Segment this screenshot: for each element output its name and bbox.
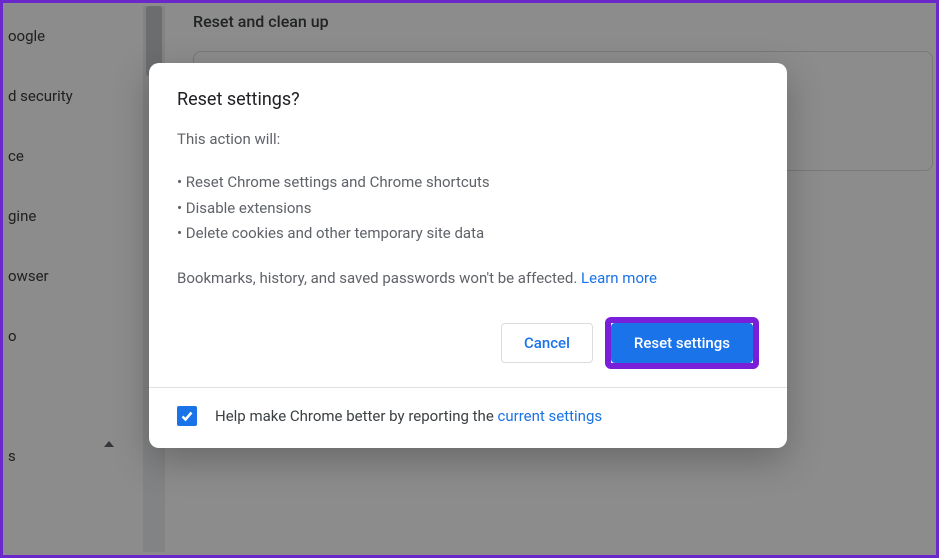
sidebar-item-label: o [8, 327, 17, 345]
current-settings-link[interactable]: current settings [498, 407, 603, 425]
sidebar-item[interactable]: oogle [6, 6, 143, 66]
dialog-bullets: • Reset Chrome settings and Chrome short… [177, 170, 759, 247]
dialog-footer: Help make Chrome better by reporting the… [149, 387, 787, 448]
section-title: Reset and clean up [193, 6, 933, 41]
sidebar-item-label: ce [8, 147, 24, 165]
reset-settings-dialog: Reset settings? This action will: • Rese… [149, 63, 787, 448]
dialog-lead: This action will: [177, 130, 759, 148]
sidebar-item[interactable] [6, 366, 143, 426]
dialog-note: Bookmarks, history, and saved passwords … [177, 269, 759, 287]
reset-settings-button[interactable]: Reset settings [611, 323, 753, 363]
sidebar-item[interactable]: ce [6, 126, 143, 186]
sidebar-item[interactable]: s [6, 426, 143, 486]
report-checkbox[interactable] [177, 406, 197, 426]
footer-text: Help make Chrome better by reporting the… [215, 407, 602, 425]
sidebar-item[interactable]: owser [6, 246, 143, 306]
settings-sidebar: oogle d security ce gine owser o s [6, 6, 143, 552]
sidebar-item-label: s [8, 447, 16, 465]
sidebar-item[interactable]: gine [6, 186, 143, 246]
learn-more-link[interactable]: Learn more [581, 269, 657, 287]
dialog-actions: Cancel Reset settings [177, 317, 759, 369]
dialog-bullet: • Reset Chrome settings and Chrome short… [177, 170, 759, 196]
sidebar-item-label: owser [8, 267, 49, 285]
sidebar-item-label: gine [8, 207, 36, 225]
sidebar-item-label: d security [8, 87, 73, 105]
sidebar-item[interactable]: o [6, 306, 143, 366]
dialog-bullet: • Disable extensions [177, 196, 759, 222]
dialog-bullet: • Delete cookies and other temporary sit… [177, 221, 759, 247]
cancel-button[interactable]: Cancel [501, 323, 593, 363]
dialog-title: Reset settings? [177, 89, 759, 110]
sidebar-item[interactable]: d security [6, 66, 143, 126]
highlight-frame: Reset settings [605, 317, 759, 369]
collapse-toggle-icon[interactable] [101, 436, 117, 452]
sidebar-item-label: oogle [8, 27, 45, 45]
check-icon [180, 409, 194, 423]
